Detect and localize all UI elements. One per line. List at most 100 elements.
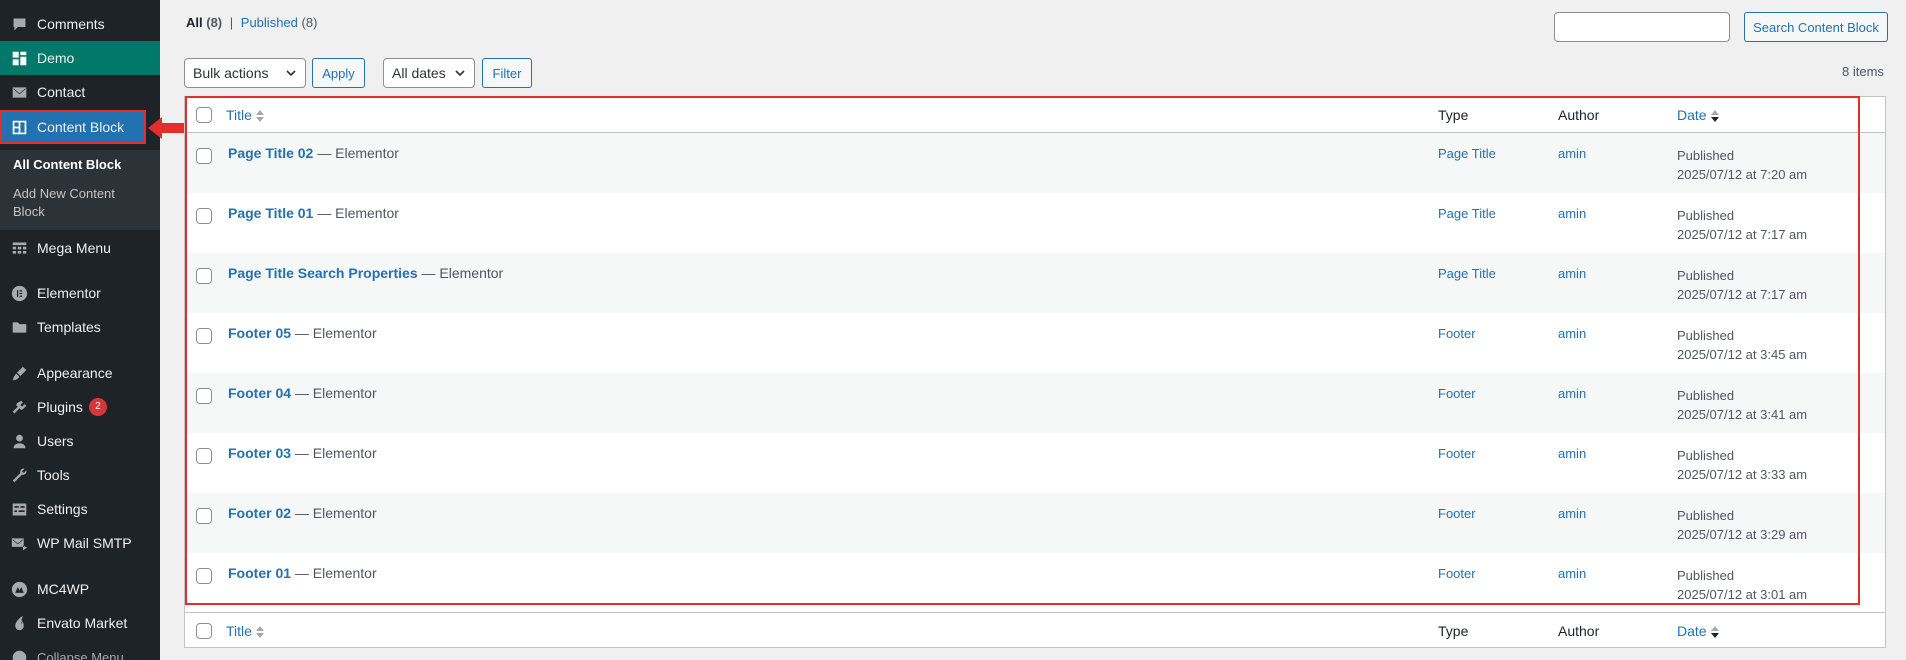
row-author-link[interactable]: amin: [1558, 146, 1586, 161]
submenu-add-new-content-block[interactable]: Add New Content Block: [13, 185, 115, 221]
sidebar-collapse-menu[interactable]: Collapse Menu: [0, 640, 160, 660]
sidebar-item-elementor[interactable]: Elementor: [0, 276, 160, 310]
sidebar-item-settings[interactable]: Settings: [0, 492, 160, 526]
select-all-checkbox-footer[interactable]: [196, 623, 212, 639]
folder-icon: [9, 317, 29, 337]
row-checkbox[interactable]: [196, 448, 212, 464]
sort-icon: [255, 110, 264, 123]
row-date-value: 2025/07/12 at 3:29 am: [1677, 527, 1808, 542]
row-author-link[interactable]: amin: [1558, 446, 1586, 461]
row-author-link[interactable]: amin: [1558, 206, 1586, 221]
sidebar-item-content-block[interactable]: Content Block: [0, 110, 146, 144]
row-title-link[interactable]: Page Title 01: [228, 205, 313, 221]
row-title-link[interactable]: Page Title Search Properties: [228, 265, 418, 281]
table-row: Footer 02 — Elementor Footer amin Publis…: [185, 493, 1885, 553]
admin-sidebar: Comments Demo Contact Content Block All …: [0, 0, 200, 660]
sidebar-item-label: Envato Market: [37, 615, 128, 631]
smtp-icon: [9, 533, 29, 553]
row-type-link[interactable]: Footer: [1438, 506, 1476, 521]
sidebar-item-mc4wp[interactable]: MC4WP: [0, 572, 160, 606]
wrench-icon: [9, 465, 29, 485]
sidebar-item-appearance[interactable]: Appearance: [0, 356, 160, 390]
select-all-checkbox[interactable]: [196, 107, 212, 123]
row-author-link[interactable]: amin: [1558, 266, 1586, 281]
sidebar-item-label: Settings: [37, 501, 88, 517]
table-row: Footer 03 — Elementor Footer amin Publis…: [185, 433, 1885, 493]
sidebar-item-demo[interactable]: Demo: [0, 41, 160, 75]
row-type-link[interactable]: Page Title: [1438, 146, 1496, 161]
main-content: All (8) | Published (8) Search Content B…: [160, 0, 1906, 660]
filter-all-link[interactable]: All (8): [186, 15, 222, 30]
comments-icon: [9, 14, 29, 34]
title-header-label: Title: [226, 107, 252, 123]
sidebar-item-label: Tools: [37, 467, 70, 483]
filter-button[interactable]: Filter: [482, 58, 532, 88]
row-type-link[interactable]: Footer: [1438, 326, 1476, 341]
row-date: Published 2025/07/12 at 7:17 am: [1677, 266, 1807, 304]
sidebar-item-label: Contact: [37, 84, 86, 100]
row-checkbox[interactable]: [196, 208, 212, 224]
row-title-suffix: — Elementor: [313, 205, 399, 221]
sidebar-item-contact[interactable]: Contact: [0, 75, 160, 109]
row-type-link[interactable]: Page Title: [1438, 266, 1496, 281]
title-column-header[interactable]: Title: [226, 107, 264, 123]
sidebar-item-label: Comments: [37, 16, 105, 32]
sidebar-item-tools[interactable]: Tools: [0, 458, 160, 492]
sort-desc-icon: [1710, 110, 1719, 123]
row-checkbox[interactable]: [196, 328, 212, 344]
chevron-down-icon: [455, 70, 465, 77]
sidebar-item-plugins[interactable]: Plugins 2: [0, 390, 160, 424]
apply-button[interactable]: Apply: [312, 58, 365, 88]
row-type-link[interactable]: Page Title: [1438, 206, 1496, 221]
row-checkbox[interactable]: [196, 508, 212, 524]
row-title-link[interactable]: Footer 05: [228, 325, 291, 341]
table-row: Page Title 02 — Elementor Page Title ami…: [185, 133, 1885, 193]
row-type-link[interactable]: Footer: [1438, 566, 1476, 581]
sidebar-item-comments[interactable]: Comments: [0, 7, 160, 41]
sidebar-item-envato-market[interactable]: Envato Market: [0, 606, 160, 640]
row-author-link[interactable]: amin: [1558, 506, 1586, 521]
filter-published-link[interactable]: Published (8): [241, 15, 318, 30]
row-title-link[interactable]: Footer 02: [228, 505, 291, 521]
row-date-value: 2025/07/12 at 7:20 am: [1677, 167, 1808, 182]
date-column-header[interactable]: Date: [1677, 107, 1719, 123]
row-type-link[interactable]: Footer: [1438, 446, 1476, 461]
date-header-label: Date: [1677, 107, 1707, 123]
row-checkbox[interactable]: [196, 388, 212, 404]
sidebar-item-users[interactable]: Users: [0, 424, 160, 458]
row-date: Published 2025/07/12 at 7:20 am: [1677, 146, 1807, 184]
row-title-link[interactable]: Footer 04: [228, 385, 291, 401]
date-column-footer[interactable]: Date: [1677, 623, 1719, 639]
date-footer-label: Date: [1677, 623, 1707, 639]
mail-icon: [9, 82, 29, 102]
sidebar-item-label: Demo: [37, 50, 75, 66]
content-block-table: Title Type Author Date Page Title 02 — E…: [184, 96, 1886, 614]
submenu-label-line: Block: [13, 204, 45, 219]
search-content-block-button[interactable]: Search Content Block: [1744, 12, 1888, 42]
bulk-actions-select[interactable]: Bulk actions: [184, 58, 306, 88]
title-column-footer[interactable]: Title: [226, 623, 264, 639]
row-date-value: 2025/07/12 at 7:17 am: [1677, 227, 1808, 242]
all-dates-select[interactable]: All dates: [383, 58, 475, 88]
row-checkbox[interactable]: [196, 568, 212, 584]
row-checkbox[interactable]: [196, 268, 212, 284]
sidebar-item-wp-mail-smtp[interactable]: WP Mail SMTP: [0, 526, 160, 560]
row-date-value: 2025/07/12 at 7:17 am: [1677, 287, 1808, 302]
search-input[interactable]: [1554, 12, 1730, 42]
sidebar-item-mega-menu[interactable]: Mega Menu: [0, 231, 160, 265]
mega-menu-icon: [9, 238, 29, 258]
submenu-all-content-block[interactable]: All Content Block: [13, 156, 121, 174]
sidebar-item-templates[interactable]: Templates: [0, 310, 160, 344]
row-title-link[interactable]: Page Title 02: [228, 145, 313, 161]
collapse-icon: [9, 647, 29, 660]
row-author-link[interactable]: amin: [1558, 386, 1586, 401]
type-column-header: Type: [1438, 107, 1469, 123]
row-title-link[interactable]: Footer 01: [228, 565, 291, 581]
row-title-link[interactable]: Footer 03: [228, 445, 291, 461]
row-date: Published 2025/07/12 at 7:17 am: [1677, 206, 1807, 244]
row-author-link[interactable]: amin: [1558, 566, 1586, 581]
row-checkbox[interactable]: [196, 148, 212, 164]
row-author-link[interactable]: amin: [1558, 326, 1586, 341]
row-title: Page Title 02 — Elementor: [228, 145, 399, 161]
row-type-link[interactable]: Footer: [1438, 386, 1476, 401]
